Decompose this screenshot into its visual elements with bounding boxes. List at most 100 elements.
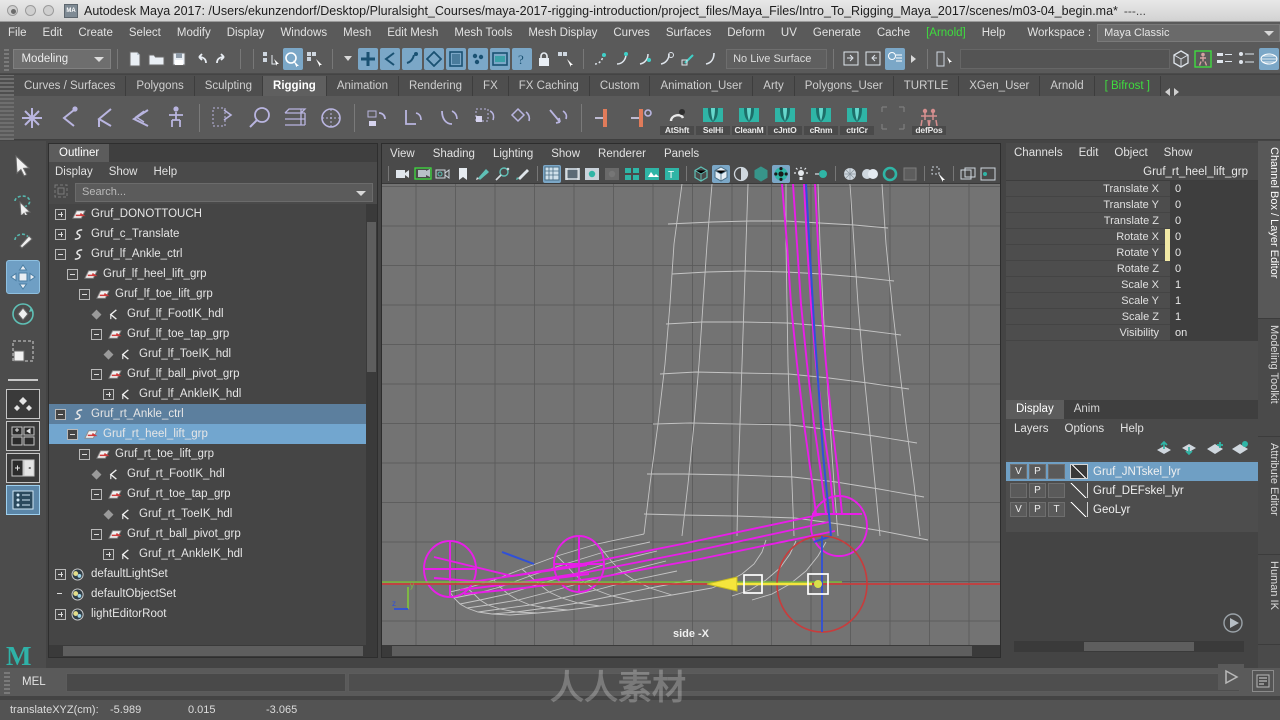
layer-menu-options[interactable]: Options	[1065, 423, 1105, 435]
channel-row[interactable]: Rotate Y 0	[1006, 244, 1258, 261]
tab-channel-box-layer-editor[interactable]: Channel Box / Layer Editor	[1258, 141, 1280, 319]
select-ik-handles-button[interactable]	[401, 47, 422, 70]
menu-surfaces[interactable]: Surfaces	[658, 22, 719, 44]
menu-uv[interactable]: UV	[773, 22, 805, 44]
film-gate-icon[interactable]	[563, 165, 581, 183]
bind-skin-button[interactable]	[206, 100, 240, 136]
outliner-item[interactable]: Gruf_rt_toe_lift_grp	[49, 444, 377, 464]
outliner-item[interactable]: Gruf_lf_AnkleIK_hdl	[49, 384, 377, 404]
snap-to-grid-button[interactable]	[591, 48, 611, 70]
channel-row[interactable]: Rotate Z 0	[1006, 260, 1258, 277]
pole-vector-constraint-button[interactable]	[541, 100, 575, 136]
paint-select-tool[interactable]	[6, 223, 40, 257]
make-live-button[interactable]	[701, 48, 721, 70]
menu-windows[interactable]: Windows	[272, 22, 335, 44]
select-miscellaneous-button[interactable]: ?	[511, 47, 532, 70]
outliner-item[interactable]: ◆ Gruf_rt_ToeIK_hdl	[49, 504, 377, 524]
show-tool-settings-button[interactable]	[863, 48, 883, 70]
tab-anim-layers[interactable]: Anim	[1064, 400, 1110, 419]
shelf-tab-animation[interactable]: Animation	[327, 76, 399, 96]
ambient-occlusion-icon[interactable]	[643, 165, 661, 183]
wireframe-on-shaded-icon[interactable]	[841, 165, 859, 183]
select-tool[interactable]	[6, 149, 40, 183]
channel-value[interactable]: 0	[1170, 180, 1258, 197]
layer-menu-layers[interactable]: Layers	[1014, 423, 1049, 435]
search-input[interactable]: Search...	[75, 182, 373, 202]
outliner-item[interactable]: Gruf_rt_heel_lift_grp	[49, 424, 377, 444]
expand-toggle-icon[interactable]	[55, 228, 66, 240]
rotate-tool[interactable]	[6, 297, 40, 331]
tab-modeling-toolkit[interactable]: Modeling Toolkit	[1258, 319, 1280, 437]
collapse-toggle-icon[interactable]	[91, 528, 102, 540]
lights-icon[interactable]	[792, 165, 810, 183]
collapse-toggle-icon[interactable]	[79, 288, 90, 300]
camera-attributes-icon[interactable]	[434, 165, 452, 183]
live-surface-field[interactable]: No Live Surface	[726, 48, 827, 69]
tab-attribute-editor[interactable]: Attribute Editor	[1258, 437, 1280, 555]
viewport-menu-shading[interactable]: Shading	[433, 148, 475, 160]
command-language-label[interactable]: MEL	[14, 676, 66, 688]
show-editor-list-button[interactable]	[1215, 48, 1235, 70]
select-particles-button[interactable]	[467, 47, 488, 70]
c-rnm-button[interactable]: cRnm	[804, 100, 838, 136]
menu-mesh-tools[interactable]: Mesh Tools	[446, 22, 520, 44]
display-layer-list[interactable]: VPTGruf_JNTskel_lyrVPTGruf_DEFskel_lyrVP…	[1006, 460, 1258, 532]
lock-selection-button[interactable]	[534, 48, 554, 70]
outliner-tab-label[interactable]: Outliner	[49, 144, 110, 162]
menu-generate[interactable]: Generate	[805, 22, 869, 44]
collapse-toggle-icon[interactable]	[67, 428, 78, 440]
parent-constraint-button[interactable]	[361, 100, 395, 136]
grease-pencil-icon[interactable]	[514, 165, 532, 183]
outliner-item[interactable]: Gruf_DONOTTOUCH	[49, 204, 377, 224]
viewport-menu-panels[interactable]: Panels	[664, 148, 699, 160]
move-tool[interactable]	[6, 260, 40, 294]
shelf-tab-arnold[interactable]: Arnold	[1040, 76, 1095, 96]
shelf-tab-custom[interactable]: Custom	[590, 76, 651, 96]
shelf-tab-arty[interactable]: Arty	[753, 76, 795, 96]
snap-to-point-button[interactable]	[635, 48, 655, 70]
channel-row[interactable]: Scale Z 1	[1006, 308, 1258, 325]
bookmark-icon[interactable]	[454, 165, 472, 183]
collapse-toggle-icon[interactable]	[55, 408, 66, 420]
scrollbar-thumb[interactable]	[63, 646, 363, 656]
channel-value[interactable]: 0	[1170, 212, 1258, 229]
bake-button[interactable]	[1171, 48, 1191, 70]
menu-mesh[interactable]: Mesh	[335, 22, 379, 44]
select-deformers-button[interactable]	[423, 47, 444, 70]
sel-hi-button[interactable]: SelHi	[696, 100, 730, 136]
create-ik-handle-button[interactable]	[51, 100, 85, 136]
menu-file[interactable]: File	[0, 22, 35, 44]
layer-editor-horizontal-scrollbar[interactable]	[1014, 641, 1244, 652]
show-channel-box-button[interactable]	[884, 47, 905, 70]
show-attribute-editor-button[interactable]	[841, 48, 861, 70]
outliner-item[interactable]: Gruf_lf_toe_tap_grp	[49, 324, 377, 344]
light-shading-icon[interactable]	[812, 165, 830, 183]
layer-playback-toggle[interactable]: P	[1029, 483, 1046, 498]
outliner-item[interactable]: defaultLightSet	[49, 564, 377, 584]
layer-color-swatch[interactable]	[1070, 464, 1088, 479]
viewport-horizontal-scrollbar[interactable]	[382, 645, 1000, 657]
toolbar-drag-handle[interactable]	[4, 46, 10, 71]
outliner-item[interactable]: Gruf_lf_ball_pivot_grp	[49, 364, 377, 384]
exposure-icon[interactable]	[901, 165, 919, 183]
channel-value[interactable]: 1	[1170, 308, 1258, 325]
menu-modify[interactable]: Modify	[169, 22, 219, 44]
outliner-item[interactable]: Gruf_lf_toe_lift_grp	[49, 284, 377, 304]
collapse-toggle-icon[interactable]	[91, 328, 102, 340]
display-layer-row[interactable]: V P T GeoLyr	[1006, 500, 1258, 519]
render-view-button[interactable]	[1258, 47, 1279, 70]
outliner-persp-layout-button[interactable]	[6, 485, 40, 515]
shelf-tab-fx-caching[interactable]: FX Caching	[509, 76, 590, 96]
wireframe-shading-icon[interactable]	[692, 165, 710, 183]
tab-display-layers[interactable]: Display	[1006, 400, 1064, 419]
scale-constraint-button[interactable]	[469, 100, 503, 136]
command-field[interactable]	[959, 48, 1170, 69]
expand-toggle-icon[interactable]	[55, 208, 66, 220]
single-pane-layout-button[interactable]	[6, 389, 40, 419]
scale-tool[interactable]	[6, 334, 40, 368]
new-layer-icon[interactable]	[1205, 440, 1225, 458]
collapse-toggle-icon[interactable]	[91, 488, 102, 500]
select-by-object-type-button[interactable]	[282, 47, 303, 70]
grid-toggle-icon[interactable]	[543, 164, 561, 183]
new-scene-button[interactable]	[125, 48, 145, 70]
